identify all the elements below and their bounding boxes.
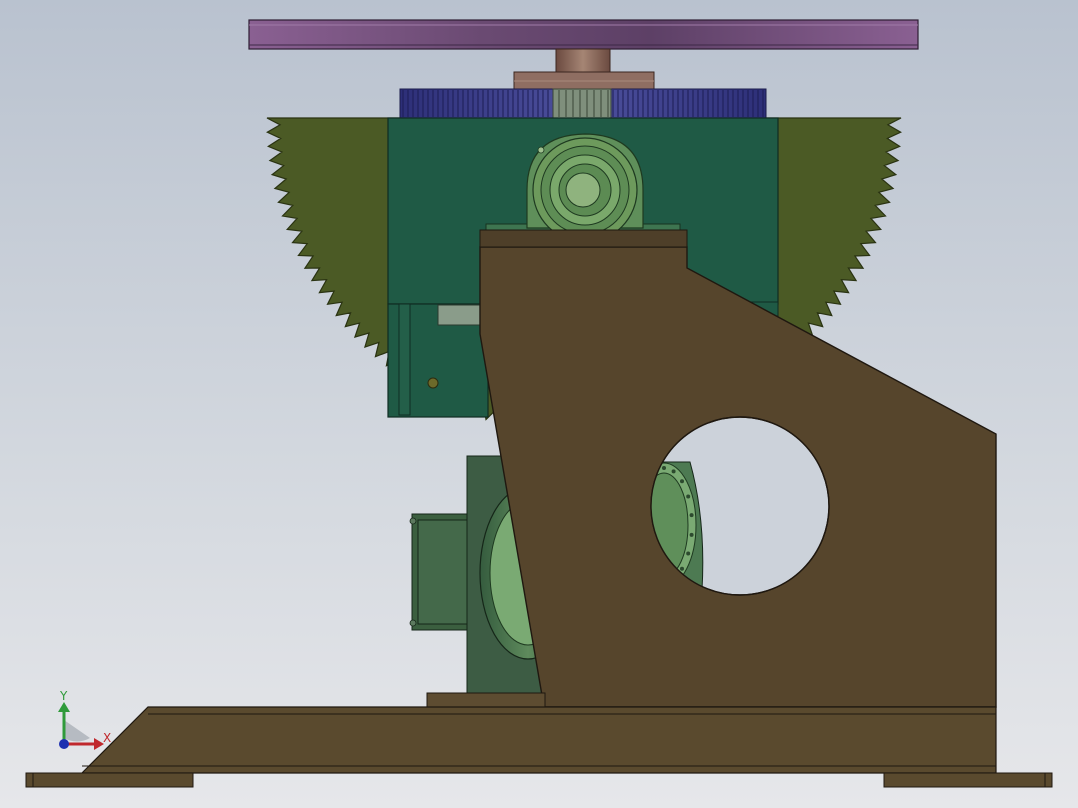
- cad-model-view: Y X: [25, 19, 1053, 788]
- pinion-ring-gear: [399, 88, 767, 119]
- cad-viewport[interactable]: Y X: [0, 0, 1078, 808]
- axis-triad: Y X: [58, 689, 111, 750]
- base-frame: [25, 692, 1053, 788]
- y-axis-label: Y: [59, 689, 68, 703]
- z-axis-origin: [59, 739, 69, 749]
- spindle-hub: [513, 48, 655, 91]
- y-axis-arrowhead: [58, 702, 70, 712]
- turntable-plate: [248, 19, 919, 50]
- x-axis-label: X: [103, 731, 111, 745]
